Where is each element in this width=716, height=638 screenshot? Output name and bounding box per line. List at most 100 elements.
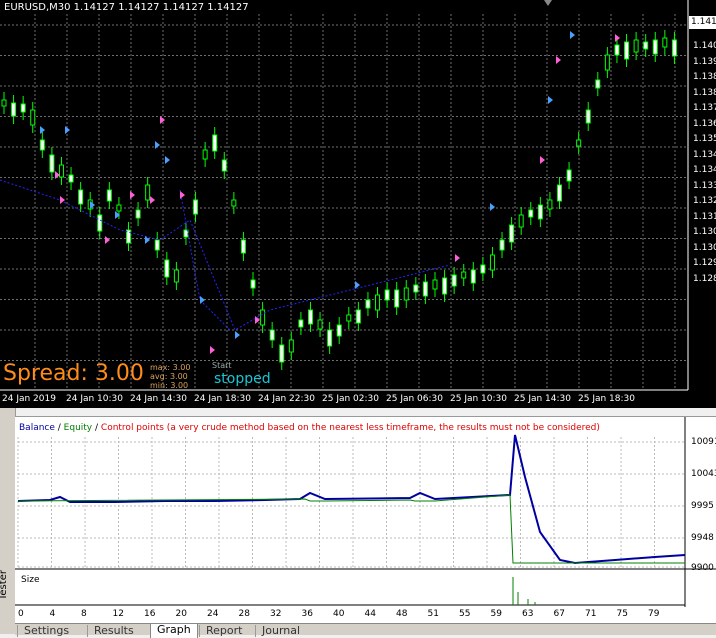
time-tick-label: 24 Jan 2019 bbox=[2, 394, 56, 404]
graph-x-tick: 24 bbox=[207, 609, 219, 619]
price-tick-label: 1.1340 bbox=[693, 165, 716, 175]
trade-marker bbox=[455, 254, 460, 262]
candle-body bbox=[212, 134, 218, 152]
price-tick-label: 1.1402 bbox=[693, 41, 716, 51]
candle-body bbox=[145, 184, 151, 201]
graph-x-tick: 59 bbox=[490, 609, 502, 619]
price-tick-label: 1.1292 bbox=[693, 258, 716, 268]
graph-legend: Balance / Equity / Control points (a ver… bbox=[19, 423, 600, 433]
candle-body bbox=[671, 39, 677, 57]
price-tick-label: 1.1396 bbox=[693, 56, 716, 67]
trade-marker bbox=[235, 331, 240, 339]
candle-body bbox=[11, 102, 17, 117]
graph-y-tick: 9948 bbox=[691, 533, 714, 543]
start-label: Start bbox=[212, 361, 232, 370]
graph-x-tick: 12 bbox=[112, 609, 124, 619]
price-tick-label: 1.1332 bbox=[693, 180, 716, 191]
price-tick-label: 1.1324 bbox=[693, 196, 716, 206]
price-tick-label: 1.1348 bbox=[693, 149, 716, 160]
price-tick-label: 1.1356 bbox=[693, 134, 716, 144]
legend-balance: Balance bbox=[19, 423, 55, 433]
graph-x-tick: 79 bbox=[648, 609, 660, 619]
candle-body bbox=[193, 199, 199, 215]
price-tick-label: 1.1308 bbox=[693, 227, 716, 237]
candle-body bbox=[97, 214, 103, 232]
candle-body bbox=[346, 314, 352, 322]
price-tick-label: 1.1316 bbox=[693, 211, 716, 222]
candle-body bbox=[106, 189, 112, 202]
symbol-label: EURUSD,M30 1.14127 1.14127 1.14127 1.141… bbox=[4, 2, 249, 13]
candle-body bbox=[260, 309, 266, 326]
candle-body bbox=[202, 149, 208, 160]
candle-body bbox=[480, 264, 486, 274]
candle-body bbox=[30, 109, 36, 126]
price-tick-label: 1.1388 bbox=[693, 72, 716, 82]
graph-x-tick: 63 bbox=[522, 609, 534, 619]
candle-body bbox=[1, 99, 7, 107]
candle-body bbox=[576, 139, 582, 147]
graph-y-tick: 9900 bbox=[691, 563, 714, 573]
candle-body bbox=[432, 279, 438, 290]
trade-marker bbox=[556, 56, 561, 64]
candle-body bbox=[279, 344, 285, 363]
candle-body bbox=[413, 284, 419, 293]
tab-settings[interactable]: Settings bbox=[17, 625, 75, 637]
price-tick-label: 1.1380 bbox=[693, 87, 716, 98]
candle-body bbox=[662, 37, 668, 48]
candle-body bbox=[489, 254, 495, 271]
candle-body bbox=[68, 174, 74, 183]
spread-max: max: 3.00 bbox=[150, 363, 191, 372]
candle-body bbox=[164, 259, 170, 278]
candle-body bbox=[58, 164, 64, 178]
candle-body bbox=[317, 319, 323, 330]
candle-body bbox=[154, 239, 160, 251]
trade-marker bbox=[165, 156, 170, 164]
tab-report[interactable]: Report bbox=[199, 625, 248, 637]
candle-body bbox=[221, 159, 227, 172]
time-tick-label: 25 Jan 14:30 bbox=[514, 394, 571, 404]
candle-body bbox=[461, 271, 467, 279]
candle-body bbox=[20, 103, 26, 113]
trade-marker bbox=[155, 141, 160, 149]
candle-body bbox=[518, 214, 524, 228]
candle-body bbox=[547, 199, 553, 210]
candle-body bbox=[604, 54, 610, 71]
tab-journal[interactable]: Journal bbox=[255, 625, 306, 637]
candle-body bbox=[537, 204, 543, 220]
price-tick-label: 1.1300 bbox=[693, 242, 716, 253]
graph-x-tick: 32 bbox=[270, 609, 282, 619]
candle-body bbox=[528, 209, 534, 218]
trade-marker bbox=[490, 203, 495, 211]
candle-body bbox=[307, 309, 313, 325]
legend-control-points: Control points (a very crude method base… bbox=[100, 423, 600, 433]
trade-marker bbox=[180, 191, 185, 199]
trade-marker bbox=[548, 96, 553, 104]
graph-x-tick: 28 bbox=[238, 609, 250, 619]
candle-body bbox=[470, 269, 476, 284]
tester-graph-window[interactable]: Balance / Equity / Control points (a ver… bbox=[15, 416, 716, 624]
graph-x-tick: 8 bbox=[81, 609, 87, 619]
candle-body bbox=[288, 339, 294, 353]
trade-line bbox=[179, 189, 231, 331]
graph-x-tick: 51 bbox=[427, 609, 439, 619]
graph-x-tick: 71 bbox=[585, 609, 597, 619]
tab-results[interactable]: Results bbox=[87, 625, 140, 637]
candle-body bbox=[269, 329, 275, 341]
price-chart-window[interactable]: EURUSD,M30 1.14127 1.14127 1.14127 1.141… bbox=[0, 0, 716, 408]
current-price-box: 1.1412 bbox=[689, 16, 716, 29]
time-tick-label: 25 Jan 10:30 bbox=[450, 394, 507, 404]
tab-graph[interactable]: Graph bbox=[150, 623, 198, 638]
graph-x-tick: 44 bbox=[364, 609, 376, 619]
candle-body bbox=[595, 79, 601, 89]
candle-body bbox=[384, 289, 390, 301]
graph-y-tick: 9995 bbox=[691, 501, 714, 511]
candle-body bbox=[451, 274, 457, 287]
candle-body bbox=[624, 41, 630, 60]
candle-body bbox=[336, 324, 342, 337]
price-tick-label: 1.1364 bbox=[693, 118, 716, 129]
balance-graph-canvas bbox=[15, 417, 716, 607]
spread-stats: max: 3.00 avg: 3.00 min: 3.00 bbox=[150, 363, 190, 390]
price-chart-canvas[interactable] bbox=[0, 0, 716, 408]
candle-body bbox=[365, 299, 371, 309]
candle-body bbox=[173, 269, 179, 283]
